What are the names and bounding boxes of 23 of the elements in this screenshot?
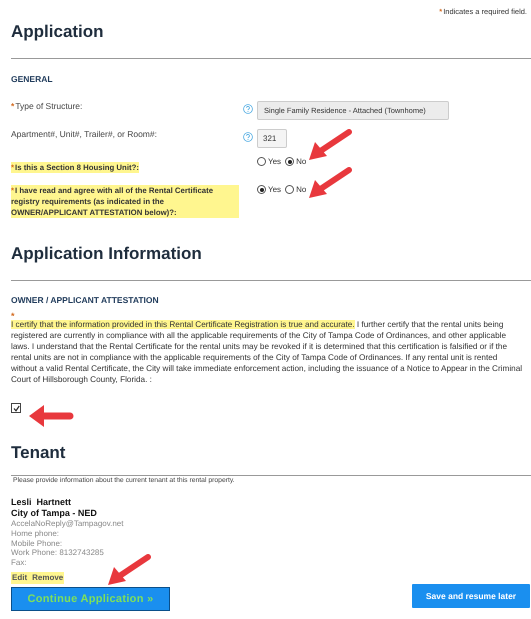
tenant-email: AccelaNoReply@Tampagov.net [11,519,124,530]
radio-option[interactable]: No [285,185,306,194]
tenant-name: Lesli Hartnett [11,497,72,508]
tenant-detail: Fax: [11,558,28,568]
input-field[interactable]: 321 [257,129,287,148]
radio-option[interactable]: No [285,157,306,166]
section-heading: Application [11,22,105,42]
subsection-heading: GENERAL [11,74,54,84]
action-link[interactable]: Edit [12,573,28,582]
attestation-text: I certify that the information provided in this Rental Certificate Registration is true and accurate. I further certify that the rental units being registered are currently in compliance with all the applicable requirements of the City of Tampa Code of Ordinances, and other applicable laws. I understand that the Rental Certificate for the rental units may be revoked if it is determined that this certification is falsified or if the rental units are not in compliance with the applicable requirements of the City of Tampa Code of Ordinances. If any rental unit is rented without a valid Rental Certificate, the City will take immediate enforcement action, including the issuance of a Notice to Appear in the Criminal Court of Hillsborough County, Florida. : [11,320,524,386]
section-heading: Application Information [11,244,203,264]
required-mark: * [11,311,15,321]
tenant-detail: Home phone: [11,529,60,539]
radio-option[interactable]: Yes [257,157,282,166]
tenant-detail: Work Phone: 8132743285 [11,548,105,558]
radio-option[interactable]: Yes [257,185,282,194]
action-link[interactable]: Remove [32,573,64,582]
tenant-detail: Mobile Phone: [11,538,64,548]
section-heading: Tenant [11,443,66,464]
field-label: Apartment#, Unit#, Trailer#, or Room#: [11,129,158,140]
tenant-organization: City of Tampa - NED [11,508,98,520]
subsection-heading: OWNER / APPLICANT ATTESTATION [11,295,160,305]
field-label: *Type of Structure: [11,101,84,112]
